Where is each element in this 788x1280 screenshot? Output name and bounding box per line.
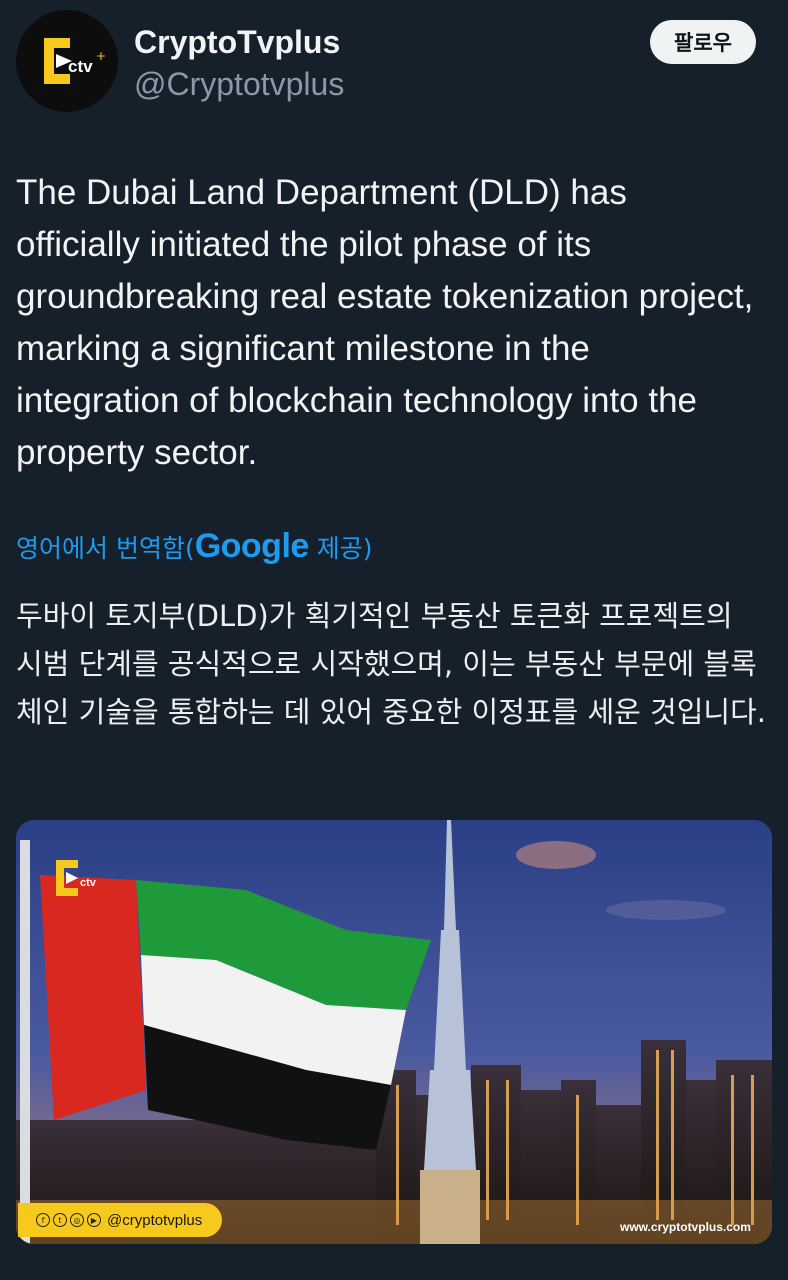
translation-attribution[interactable]: 영어에서 번역함(Google 제공): [16, 526, 373, 569]
translation-prefix: 영어에서 번역함(: [16, 534, 195, 563]
translated-text: 두바이 토지부(DLD)가 획기적인 부동산 토큰화 프로젝트의 시범 단계를 …: [16, 599, 766, 729]
avatar[interactable]: ctv +: [16, 10, 118, 112]
instagram-icon: ◎: [70, 1213, 84, 1227]
tweet-image[interactable]: ctv: [16, 820, 772, 1244]
site-url-watermark: www.cryptotvplus.com: [620, 1220, 751, 1234]
dubai-flag-skyline-image: ctv: [16, 820, 772, 1244]
ctv-logo-icon: ctv +: [16, 10, 118, 112]
user-handle[interactable]: @Cryptotvplus: [134, 64, 344, 104]
facebook-icon: f: [36, 1213, 50, 1227]
google-wordmark: Google: [194, 527, 310, 565]
media-logo-text: ctv: [80, 877, 97, 889]
svg-text:+: +: [96, 49, 106, 63]
translation-suffix: 제공): [308, 534, 373, 563]
tweet-text: The Dubai Land Department (DLD) has offi…: [16, 173, 754, 472]
display-name[interactable]: CryptoTvplus: [134, 24, 344, 60]
author-block[interactable]: CryptoTvplus @Cryptotvplus: [134, 24, 344, 104]
avatar-logo-text: ctv: [68, 57, 93, 76]
social-handle-text: @cryptotvplus: [107, 1211, 203, 1229]
follow-button[interactable]: 팔로우: [650, 20, 756, 64]
tweet-header: ctv + CryptoTvplus @Cryptotvplus 팔로우: [16, 10, 772, 112]
youtube-icon: ▶: [87, 1213, 101, 1227]
twitter-icon: t: [53, 1213, 67, 1227]
social-handle-banner: f t ◎ ▶ @cryptotvplus: [18, 1203, 222, 1237]
